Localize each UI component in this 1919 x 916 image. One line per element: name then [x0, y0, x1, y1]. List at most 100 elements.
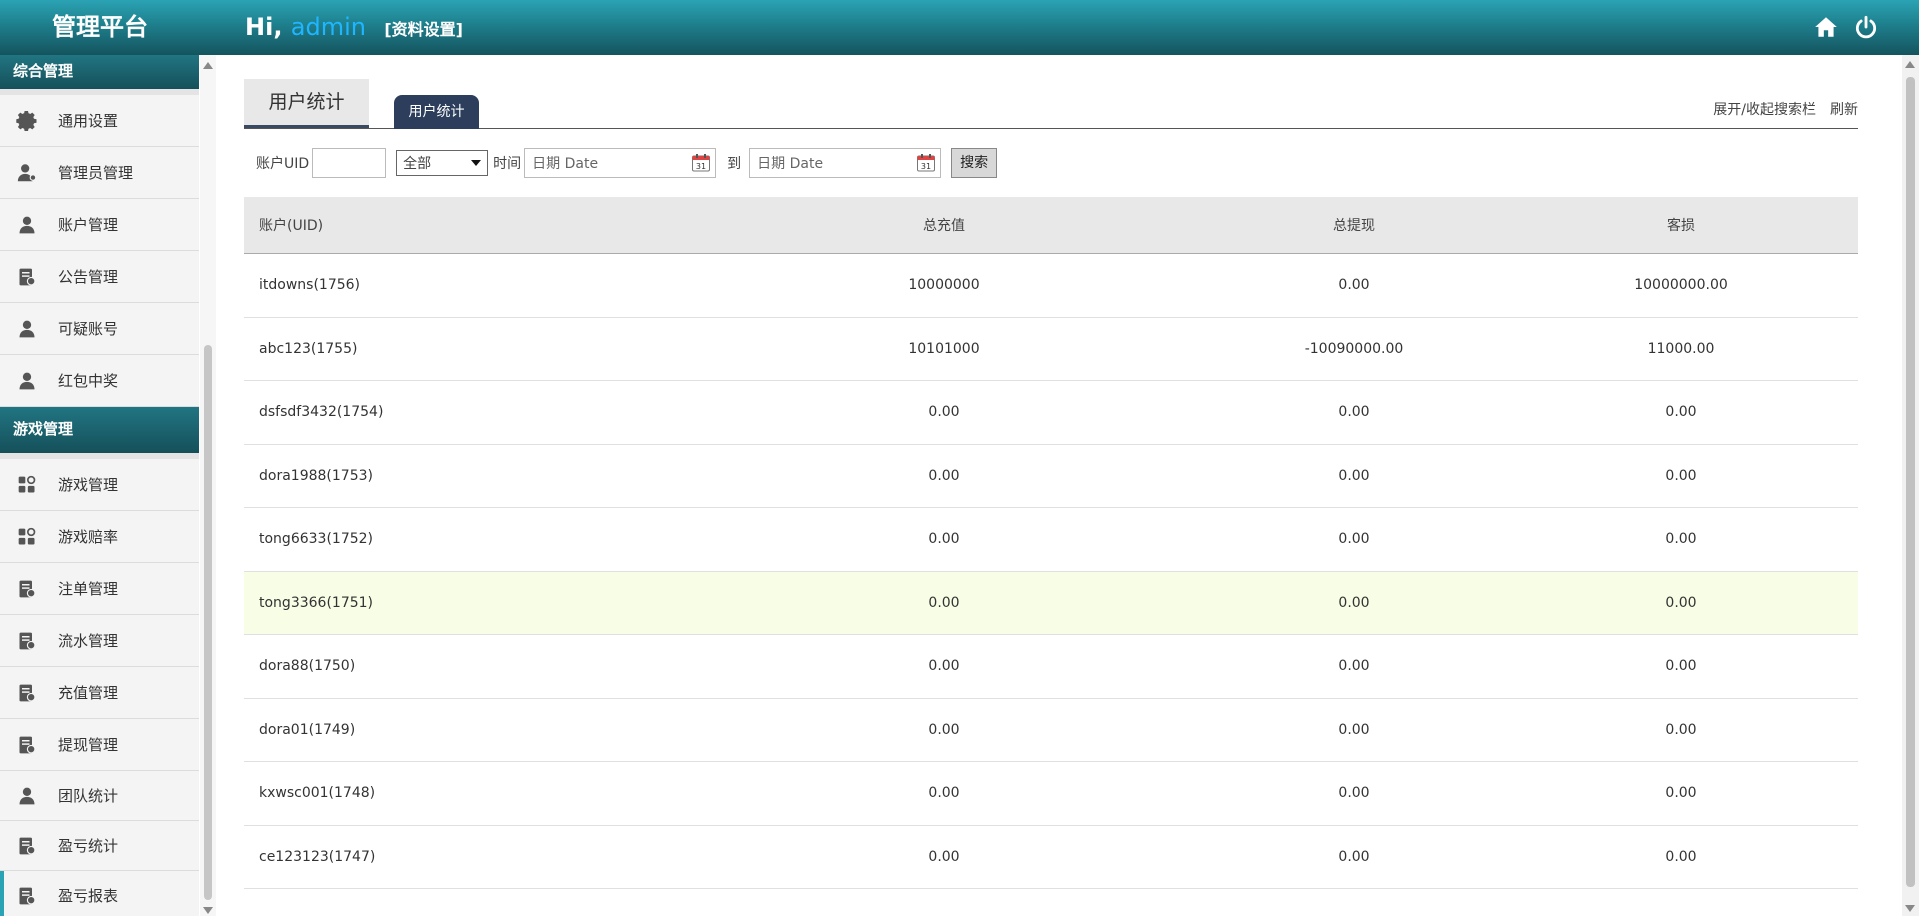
- sidebar-item-announcement-management[interactable]: 公告管理: [0, 251, 199, 303]
- column-header-account[interactable]: 账户(UID): [244, 215, 804, 235]
- sidebar-item-game-management[interactable]: 游戏管理: [0, 459, 199, 511]
- calendar-icon[interactable]: 31: [916, 153, 936, 173]
- end-date-placeholder: 日期 Date: [757, 156, 824, 172]
- refresh-link[interactable]: 刷新: [1830, 99, 1858, 119]
- user-statistics-table: 账户(UID) 总充值 总提现 客损 itdowns(1756) 1000000…: [244, 197, 1858, 889]
- sidebar-item-label: 游戏赔率: [58, 528, 119, 546]
- column-header-customer-loss[interactable]: 客损: [1624, 215, 1738, 235]
- cell-customer-loss: 0.00: [1665, 658, 1697, 675]
- sidebar-item-transaction-management[interactable]: 流水管理: [0, 615, 199, 667]
- sidebar-item-suspicious-accounts[interactable]: 可疑账号: [0, 303, 199, 355]
- user-icon: [14, 316, 40, 342]
- start-date-input[interactable]: 日期 Date 31: [524, 148, 717, 178]
- profile-settings-link[interactable]: [资料设置]: [384, 20, 463, 39]
- time-label: 时间: [493, 156, 522, 172]
- table-row[interactable]: kxwsc001(1748) 0.00 0.00 0.00: [244, 762, 1858, 826]
- user-icon: [14, 212, 40, 238]
- sidebar-item-profit-loss-statistics[interactable]: 盈亏统计: [0, 821, 199, 871]
- cell-customer-loss: 0.00: [1665, 531, 1697, 548]
- document-icon: [14, 833, 40, 859]
- scrollbar-thumb[interactable]: [204, 345, 212, 900]
- cell-total-recharge: 0.00: [928, 404, 960, 421]
- sidebar-item-label: 盈亏报表: [58, 887, 119, 905]
- cell-account: dora01(1749): [259, 721, 356, 738]
- cell-account: dora1988(1753): [259, 467, 373, 484]
- sidebar-item-admin-management[interactable]: 管理员管理: [0, 147, 199, 199]
- username: admin: [290, 13, 366, 41]
- sidebar-item-red-packet-winning[interactable]: 红包中奖: [0, 355, 199, 407]
- cell-customer-loss: 0.00: [1665, 848, 1697, 865]
- table-row[interactable]: dora01(1749) 0.00 0.00 0.00: [244, 699, 1858, 762]
- end-date-input[interactable]: 日期 Date 31: [749, 148, 942, 178]
- sidebar-item-label: 游戏管理: [58, 476, 119, 494]
- cell-total-withdrawal: 0.00: [1338, 721, 1370, 738]
- scroll-up-arrow-icon[interactable]: [1905, 61, 1915, 68]
- calendar-icon[interactable]: 31: [691, 153, 711, 173]
- tab-user-statistics-active[interactable]: 用户统计: [394, 95, 479, 129]
- document-icon: [14, 883, 40, 909]
- cell-account: dsfsdf3432(1754): [259, 404, 384, 421]
- sidebar-item-game-odds[interactable]: 游戏赔率: [0, 511, 199, 563]
- cell-customer-loss: 11000.00: [1647, 340, 1715, 357]
- scroll-down-arrow-icon[interactable]: [203, 907, 213, 914]
- sidebar-item-label: 管理员管理: [58, 164, 134, 182]
- uid-label: 账户UID: [256, 156, 310, 172]
- document-icon: [14, 680, 40, 706]
- cell-total-withdrawal: 0.00: [1338, 404, 1370, 421]
- document-icon: [14, 732, 40, 758]
- table-row[interactable]: tong6633(1752) 0.00 0.00 0.00: [244, 508, 1858, 572]
- type-select-value: 全部: [403, 156, 432, 172]
- start-date-placeholder: 日期 Date: [532, 156, 599, 172]
- cell-total-recharge: 0.00: [928, 721, 960, 738]
- greeting-prefix: Hi,: [245, 13, 283, 41]
- table-row[interactable]: dora88(1750) 0.00 0.00 0.00: [244, 635, 1858, 699]
- sidebar-item-team-statistics[interactable]: 团队统计: [0, 771, 199, 821]
- sidebar-item-recharge-management[interactable]: 充值管理: [0, 667, 199, 719]
- scroll-up-arrow-icon[interactable]: [203, 62, 213, 69]
- table-row[interactable]: itdowns(1756) 10000000 0.00 10000000.00: [244, 254, 1858, 318]
- cell-customer-loss: 10000000.00: [1634, 277, 1728, 294]
- tab-user-statistics[interactable]: 用户统计: [244, 79, 369, 128]
- sidebar-item-profit-loss-report[interactable]: 盈亏报表: [0, 871, 199, 916]
- cell-customer-loss: 0.00: [1665, 404, 1697, 421]
- cell-total-withdrawal: 0.00: [1338, 848, 1370, 865]
- table-row[interactable]: dora1988(1753) 0.00 0.00 0.00: [244, 445, 1858, 508]
- sidebar-item-withdrawal-management[interactable]: 提现管理: [0, 719, 199, 771]
- main-scrollbar[interactable]: [1902, 55, 1919, 916]
- table-row[interactable]: abc123(1755) 10101000 -10090000.00 11000…: [244, 318, 1858, 381]
- scroll-down-arrow-icon[interactable]: [1905, 905, 1915, 912]
- sidebar-item-account-management[interactable]: 账户管理: [0, 199, 199, 251]
- sidebar-scrollbar[interactable]: [200, 55, 216, 916]
- cell-total-recharge: 10000000: [908, 277, 980, 294]
- scrollbar-thumb[interactable]: [1906, 77, 1915, 887]
- sidebar-item-label: 提现管理: [58, 736, 119, 754]
- sidebar-item-label: 充值管理: [58, 684, 119, 702]
- cell-customer-loss: 0.00: [1665, 594, 1697, 611]
- search-button[interactable]: 搜索: [951, 148, 998, 178]
- cell-total-withdrawal: 0.00: [1338, 467, 1370, 484]
- sidebar-section-games[interactable]: 游戏管理: [0, 407, 199, 459]
- column-header-total-withdrawal[interactable]: 总提现: [1084, 215, 1624, 235]
- power-icon[interactable]: [1853, 14, 1879, 40]
- cell-account: itdowns(1756): [259, 277, 361, 294]
- sidebar-item-label: 团队统计: [58, 787, 119, 805]
- table-header: 账户(UID) 总充值 总提现 客损: [244, 197, 1858, 254]
- column-header-total-recharge[interactable]: 总充值: [804, 215, 1084, 235]
- toggle-search-bar-link[interactable]: 展开/收起搜索栏: [1713, 99, 1816, 119]
- document-icon: [14, 576, 40, 602]
- sidebar-item-bet-management[interactable]: 注单管理: [0, 563, 199, 615]
- uid-input[interactable]: [312, 148, 387, 178]
- home-icon[interactable]: [1813, 14, 1839, 40]
- sidebar-item-label: 通用设置: [58, 112, 119, 130]
- cell-account: abc123(1755): [259, 340, 358, 357]
- search-filters: 账户UID 全部 时间 日期 Date 31 到 日期 Date 31 搜索: [256, 147, 998, 179]
- table-row[interactable]: dsfsdf3432(1754) 0.00 0.00 0.00: [244, 381, 1858, 445]
- table-row[interactable]: ce123123(1747) 0.00 0.00 0.00: [244, 826, 1858, 889]
- document-icon: [14, 264, 40, 290]
- sidebar-item-label: 公告管理: [58, 268, 119, 286]
- table-row-hovered[interactable]: tong3366(1751) 0.00 0.00 0.00: [244, 571, 1858, 635]
- sidebar-section-general[interactable]: 综合管理: [0, 55, 199, 95]
- sidebar-item-general-settings[interactable]: 通用设置: [0, 95, 199, 147]
- type-select[interactable]: 全部: [396, 150, 489, 176]
- tab-actions: 展开/收起搜索栏 刷新: [1713, 99, 1858, 119]
